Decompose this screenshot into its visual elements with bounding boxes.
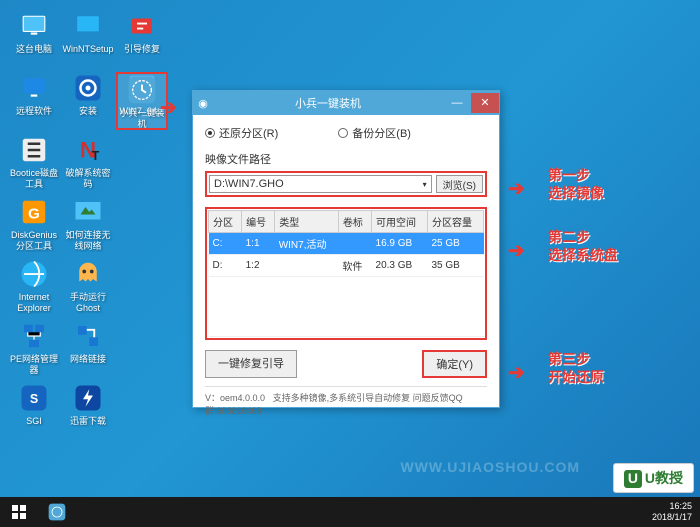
app-window: ◉ 小兵一键装机 — ✕ 还原分区(R) 备份分区(B) 映像文件路径 D:\W… xyxy=(192,90,500,408)
col-part[interactable]: 分区 xyxy=(209,211,242,233)
table-row[interactable]: D: 1:2 软件 20.3 GB 35 GB xyxy=(209,255,484,277)
app-icon: ◉ xyxy=(193,97,213,110)
app-body: 还原分区(R) 备份分区(B) 映像文件路径 D:\WIN7.GHO▾ 浏览(S… xyxy=(193,115,499,427)
icon-remote[interactable]: 远程软件 xyxy=(8,72,60,130)
icon-wifi-help[interactable]: 如何连接无线网络 xyxy=(62,196,114,254)
icon-pe-network[interactable]: PE网络管理器 xyxy=(8,320,60,378)
annotation-step2: 第二步选择系统盘 xyxy=(548,228,618,264)
system-tray[interactable]: 16:25 2018/1/17 xyxy=(644,501,700,523)
status-bar: V：oem4.0.0.0 支持多种镜像,多系统引导自动修复 问题反馈QQ群:60… xyxy=(205,386,487,417)
image-path-input[interactable]: D:\WIN7.GHO▾ xyxy=(209,175,432,193)
dropdown-icon[interactable]: ▾ xyxy=(423,180,427,189)
icon-sgi[interactable]: SSGI xyxy=(8,382,60,440)
icon-this-pc[interactable]: 这台电脑 xyxy=(8,10,60,68)
arrow-icon: ➔ xyxy=(508,176,525,201)
icon-install[interactable]: 安装 xyxy=(62,72,114,130)
arrow-icon: ➔ xyxy=(508,238,525,263)
svg-text:S: S xyxy=(30,392,38,406)
annotation-step3: 第三步开始还原 xyxy=(548,350,604,386)
svg-text:T: T xyxy=(92,149,100,163)
start-button[interactable] xyxy=(0,497,38,527)
icon-boot-repair[interactable]: 引导修复 xyxy=(116,10,168,68)
repair-boot-button[interactable]: 一键修复引导 xyxy=(205,350,297,378)
path-row: D:\WIN7.GHO▾ 浏览(S) xyxy=(205,171,487,197)
radio-backup[interactable]: 备份分区(B) xyxy=(338,125,411,141)
window-title: 小兵一键装机 xyxy=(213,95,443,111)
col-size[interactable]: 分区容量 xyxy=(427,211,483,233)
desktop: 这台电脑 远程软件 Bootice磁盘工具 GDiskGenius分区工具 In… xyxy=(0,0,700,527)
arrow-icon: ➔ xyxy=(160,95,177,120)
path-label: 映像文件路径 xyxy=(205,151,487,167)
col-num[interactable]: 编号 xyxy=(242,211,275,233)
icon-bootice[interactable]: Bootice磁盘工具 xyxy=(8,134,60,192)
tray-time: 16:25 xyxy=(652,501,692,512)
icon-thunder[interactable]: 迅雷下载 xyxy=(62,382,114,440)
icon-netlinks[interactable]: 网络链接 xyxy=(62,320,114,378)
confirm-button[interactable]: 确定(Y) xyxy=(422,350,487,378)
radio-dot-icon xyxy=(205,128,215,138)
watermark-logo: UU教授 xyxy=(613,463,694,493)
watermark-site: WWW.UJIAOSHOU.COM xyxy=(400,459,580,475)
table-row[interactable]: C: 1:1 WIN7,活动 16.9 GB 25 GB xyxy=(209,233,484,255)
icon-ie[interactable]: Internet Explorer xyxy=(8,258,60,316)
col-type[interactable]: 类型 xyxy=(275,211,339,233)
partition-table-wrap: 分区 编号 类型 卷标 可用空间 分区容量 C: 1:1 WIN7,活动 xyxy=(205,207,487,340)
tray-date: 2018/1/17 xyxy=(652,512,692,523)
minimize-button[interactable]: — xyxy=(443,93,471,113)
svg-text:G: G xyxy=(28,205,40,222)
arrow-icon: ➔ xyxy=(508,360,525,385)
taskbar-app[interactable] xyxy=(38,497,76,527)
annotation-step1: 第一步选择镜像 xyxy=(548,166,604,202)
browse-button[interactable]: 浏览(S) xyxy=(436,175,483,193)
icon-crack-pwd[interactable]: NT破解系统密码 xyxy=(62,134,114,192)
partition-table: 分区 编号 类型 卷标 可用空间 分区容量 C: 1:1 WIN7,活动 xyxy=(208,210,484,337)
close-button[interactable]: ✕ xyxy=(471,93,499,113)
titlebar[interactable]: ◉ 小兵一键装机 — ✕ xyxy=(193,91,499,115)
col-free[interactable]: 可用空间 xyxy=(372,211,428,233)
icon-winntsetup[interactable]: WinNTSetup xyxy=(62,10,114,68)
icon-ghost[interactable]: 手动运行Ghost xyxy=(62,258,114,316)
icon-diskgenius[interactable]: GDiskGenius分区工具 xyxy=(8,196,60,254)
col-vol[interactable]: 卷标 xyxy=(338,211,371,233)
radio-dot-icon xyxy=(338,128,348,138)
radio-restore[interactable]: 还原分区(R) xyxy=(205,125,278,141)
taskbar: 16:25 2018/1/17 xyxy=(0,497,700,527)
